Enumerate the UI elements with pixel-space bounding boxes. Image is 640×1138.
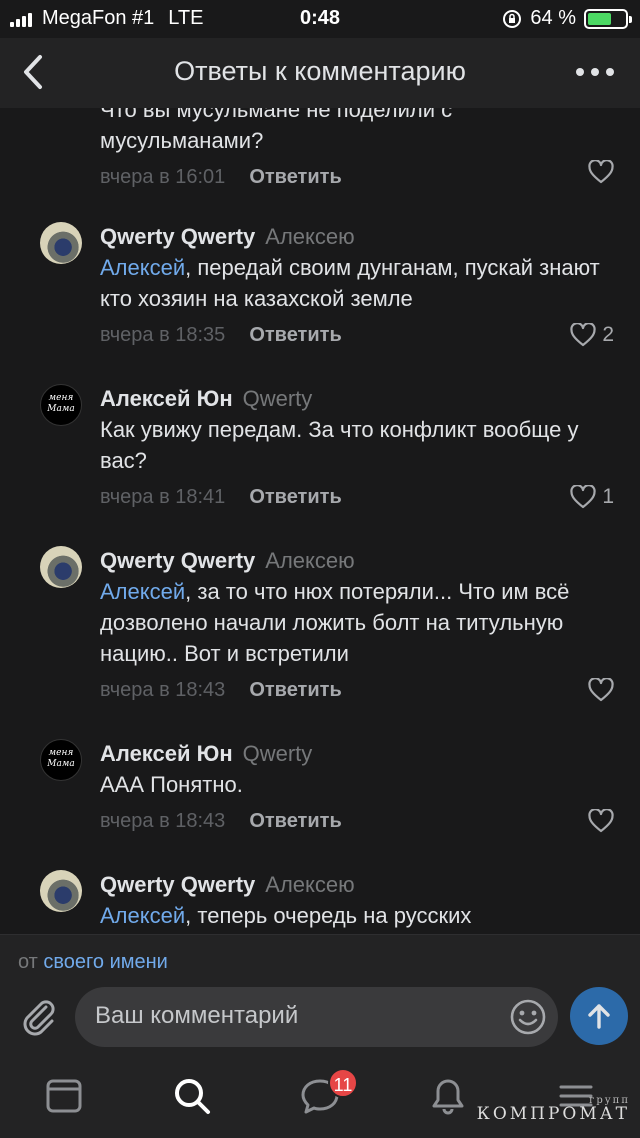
tab-search[interactable]	[172, 1076, 212, 1116]
like-button[interactable]: 2	[570, 323, 614, 347]
like-button[interactable]: 1	[570, 485, 614, 509]
reply-button[interactable]: Ответить	[249, 676, 341, 704]
comment-time: вчера в 16:01	[100, 166, 226, 188]
tab-notifications[interactable]	[428, 1076, 468, 1116]
rotation-lock-icon	[503, 9, 522, 28]
mention-link[interactable]: Алексей	[100, 255, 185, 280]
avatar[interactable]: меня Мама	[40, 384, 82, 426]
avatar[interactable]	[40, 870, 82, 912]
bell-icon	[432, 1079, 464, 1115]
comment-author[interactable]: Qwerty Qwerty	[100, 872, 255, 897]
comment-time: вчера в 18:35	[100, 324, 226, 346]
comment-author[interactable]: Qwerty Qwerty	[100, 548, 255, 573]
reply-to-name: Алексею	[265, 872, 355, 897]
comment-author[interactable]: Qwerty Qwerty	[100, 224, 255, 249]
status-right: 64 %	[502, 7, 632, 30]
avatar-text: меня Мама	[47, 748, 75, 769]
heart-icon	[570, 485, 596, 509]
post-as-line: от своего имени	[18, 951, 168, 974]
status-bar: MegaFon #1 LTE 0:48 64 %	[0, 0, 640, 38]
comment-text: Алексей, передай своим дунганам, пускай …	[100, 255, 600, 311]
messages-badge: 11	[328, 1068, 358, 1098]
avatar[interactable]: меня Мама	[40, 739, 82, 781]
comment-input-placeholder: Ваш комментарий	[95, 1002, 299, 1029]
comment-author[interactable]: Алексей Юн	[100, 741, 233, 766]
comment-time: вчера в 18:41	[100, 486, 226, 508]
comment-time: вчера в 18:43	[100, 810, 226, 832]
more-button[interactable]	[576, 60, 616, 84]
avatar-text: меня Мама	[47, 393, 75, 414]
watermark: групп КОМПРОМАТ	[477, 1095, 630, 1124]
comment-text: Алексей, теперь очередь на русских	[100, 903, 472, 928]
heart-icon	[570, 323, 596, 347]
like-button[interactable]	[588, 160, 614, 184]
like-count: 2	[602, 323, 614, 346]
post-as-prefix: от	[18, 951, 38, 973]
heart-icon	[588, 160, 614, 184]
like-count: 1	[602, 485, 614, 508]
search-icon	[175, 1079, 210, 1114]
emoji-button[interactable]	[508, 997, 548, 1037]
reply-to-name: Алексею	[265, 548, 355, 573]
attach-button[interactable]	[16, 993, 60, 1037]
send-button[interactable]	[570, 987, 628, 1045]
comment-text: Что вы мусульмане не поделили с мусульма…	[100, 108, 453, 153]
comment-text: ААА Понятно.	[100, 772, 243, 797]
newsfeed-icon	[46, 1079, 82, 1113]
reply-button[interactable]: Ответить	[249, 321, 341, 349]
comment-input[interactable]: Ваш комментарий	[75, 987, 558, 1047]
like-button[interactable]	[588, 809, 614, 833]
mention-link[interactable]: Алексей	[100, 579, 185, 604]
reply-button[interactable]: Ответить	[249, 163, 341, 191]
comment-composer: от своего имени Ваш комментарий	[0, 934, 640, 1054]
heart-icon	[588, 678, 614, 702]
comment-author[interactable]: Алексей Юн	[100, 386, 233, 411]
post-as-selector[interactable]: своего имени	[43, 951, 167, 973]
tab-news[interactable]	[44, 1076, 84, 1116]
navigation-header: Ответы к комментарию	[0, 38, 640, 108]
paperclip-icon	[23, 1000, 55, 1036]
heart-icon	[588, 809, 614, 833]
watermark-main: КОМПРОМАТ	[476, 1104, 630, 1124]
avatar[interactable]	[40, 546, 82, 588]
like-button[interactable]	[588, 678, 614, 702]
comment-text: Как увижу передам. За что конфликт вообщ…	[100, 417, 579, 473]
reply-to-name: Алексею	[265, 224, 355, 249]
battery-percent: 64 %	[530, 7, 576, 29]
mention-link[interactable]: Алексей	[100, 903, 185, 928]
reply-to-name: Qwerty	[242, 741, 313, 766]
comment-thread[interactable]: Что вы мусульмане не поделили с мусульма…	[0, 108, 640, 934]
reply-to-name: Qwerty	[242, 386, 313, 411]
smile-icon	[510, 999, 546, 1035]
tab-messages[interactable]: 11	[300, 1068, 358, 1116]
battery-icon	[584, 8, 632, 29]
arrow-up-icon	[588, 1004, 610, 1029]
page-title: Ответы к комментарию	[174, 56, 466, 86]
reply-button[interactable]: Ответить	[249, 807, 341, 835]
avatar[interactable]	[40, 222, 82, 264]
comment-time: вчера в 18:43	[100, 679, 226, 701]
reply-button[interactable]: Ответить	[249, 483, 341, 511]
more-horizontal-icon	[576, 68, 584, 76]
tab-bar: 11 групп КОМПРОМАТ	[0, 1054, 640, 1138]
comment-text: Алексей, за то что нюх потеряли... Что и…	[100, 579, 570, 666]
